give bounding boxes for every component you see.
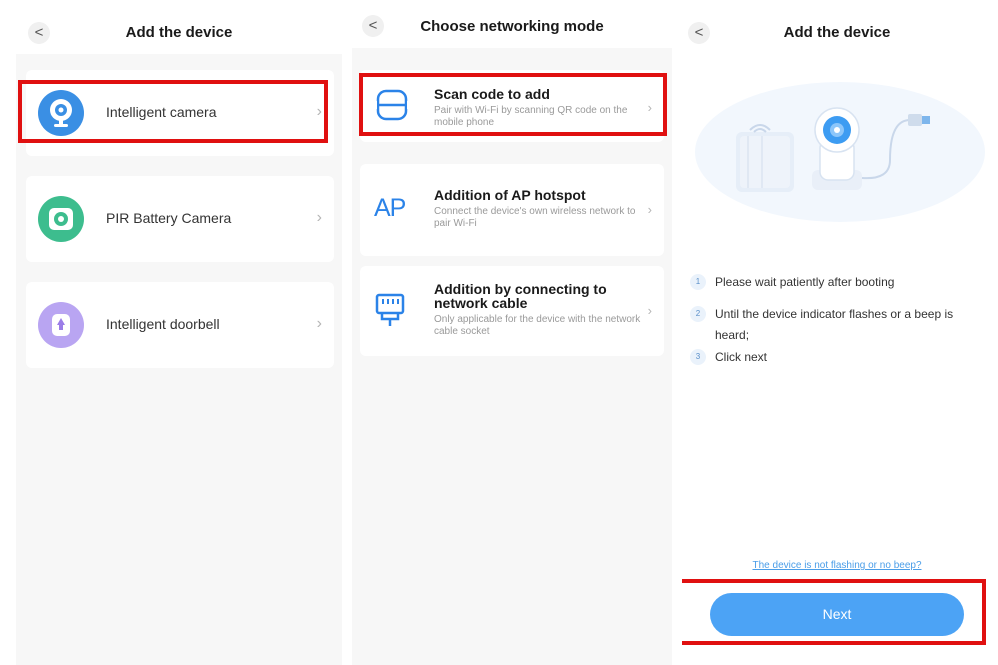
mode-description: Only applicable for the device with the … — [434, 314, 641, 337]
chevron-right-icon: › — [316, 209, 322, 226]
device-label: PIR Battery Camera — [106, 210, 232, 226]
networking-mode-screen: < Choose networking mode Scan code to ad… — [352, 0, 672, 665]
mode-ap-hotspot[interactable]: AP Addition of AP hotspot Connect the de… — [360, 164, 664, 256]
highlight-box — [682, 579, 986, 645]
no-flashing-help-link[interactable]: The device is not flashing or no beep? — [682, 560, 992, 571]
top-bar: < Choose networking mode — [352, 0, 672, 48]
device-label: Intelligent doorbell — [106, 316, 220, 332]
battery-camera-icon — [38, 196, 84, 242]
mode-title: Addition by connecting to network cable — [434, 281, 607, 311]
step-number: 3 — [690, 349, 706, 365]
chevron-right-icon: › — [647, 202, 652, 217]
page-title: Add the device — [783, 24, 891, 41]
mode-title: Addition of AP hotspot — [434, 187, 586, 203]
device-item-pir-battery-camera[interactable]: PIR Battery Camera › — [26, 176, 334, 262]
step-text: Until the device indicator flashes or a … — [715, 307, 954, 342]
step-item: 2 Until the device indicator flashes or … — [690, 304, 986, 346]
step-item: 1 Please wait patiently after booting — [690, 272, 986, 293]
highlight-box — [359, 73, 667, 136]
top-bar: < Add the device — [16, 0, 342, 54]
doorbell-icon — [38, 302, 84, 348]
ethernet-icon — [374, 292, 406, 333]
chevron-right-icon: › — [316, 315, 322, 332]
page-title: Choose networking mode — [420, 18, 604, 35]
add-device-screen: < Add the device Intelligent camera › PI… — [16, 0, 342, 665]
chevron-right-icon: › — [647, 303, 652, 318]
add-device-instructions-screen: < Add the device 1 Please wait patiently… — [682, 0, 992, 665]
device-illustration — [690, 70, 990, 230]
step-number: 1 — [690, 274, 706, 290]
step-item: 3 Click next — [690, 347, 986, 368]
ap-icon: AP — [374, 194, 406, 222]
mode-description: Connect the device's own wireless networ… — [434, 206, 636, 229]
highlight-box — [18, 80, 328, 143]
top-bar: < Add the device — [682, 0, 992, 54]
step-text: Click next — [715, 350, 768, 364]
mode-network-cable[interactable]: Addition by connecting to network cable … — [360, 266, 664, 356]
step-text: Please wait patiently after booting — [715, 275, 895, 289]
page-title: Add the device — [125, 24, 233, 41]
device-item-intelligent-doorbell[interactable]: Intelligent doorbell › — [26, 282, 334, 368]
step-number: 2 — [690, 306, 706, 322]
